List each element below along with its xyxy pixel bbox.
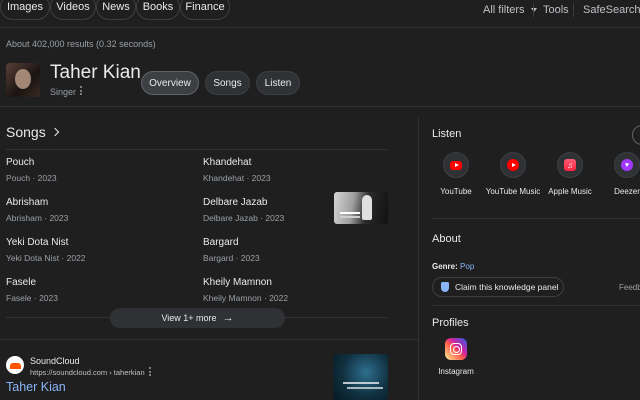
tab-books[interactable]: Books <box>136 0 180 20</box>
panel-divider <box>418 118 419 400</box>
song-subtitle: Fasele · 2023 <box>6 293 58 303</box>
all-filters-button[interactable]: All filters <box>483 4 537 16</box>
panel-section-divider <box>432 305 640 306</box>
safesearch-button[interactable]: SafeSearch <box>583 4 640 16</box>
listen-icon-circle <box>500 152 526 178</box>
song-item[interactable]: Delbare Jazab Delbare Jazab · 2023 <box>203 197 284 223</box>
listen-youtube-music[interactable]: YouTube Music <box>483 152 543 198</box>
tab-songs[interactable]: Songs <box>205 71 250 95</box>
song-item[interactable]: Pouch Pouch · 2023 <box>6 157 57 183</box>
instagram-icon <box>445 338 467 360</box>
claim-panel-button[interactable]: Claim this knowledge panel <box>432 277 564 297</box>
song-item[interactable]: Yeki Dota Nist Yeki Dota Nist · 2022 <box>6 237 86 263</box>
entity-subtitle: Singer <box>50 87 77 97</box>
song-title: Yeki Dota Nist <box>6 237 69 248</box>
shield-icon <box>441 282 449 292</box>
search-tabs-bar: Images Videos News Books Finance All fil… <box>0 0 640 28</box>
section-divider <box>0 339 418 340</box>
youtube-icon <box>450 160 462 170</box>
song-subtitle: Delbare Jazab · 2023 <box>203 213 285 223</box>
song-subtitle: Pouch · 2023 <box>6 173 57 183</box>
divider <box>573 3 574 17</box>
listen-label: Apple Music <box>548 187 592 196</box>
entity-title: Taher Kian <box>50 62 141 83</box>
listen-icon-circle: ♫ <box>557 152 583 178</box>
song-item[interactable]: Abrisham Abrisham · 2023 <box>6 197 68 223</box>
view-more-button[interactable]: View 1+ more → <box>110 308 285 328</box>
tab-images[interactable]: Images <box>0 0 50 20</box>
more-vert-icon[interactable] <box>148 367 151 376</box>
arrow-right-icon: → <box>222 312 234 324</box>
song-subtitle: Bargard · 2023 <box>203 253 260 263</box>
tab-news[interactable]: News <box>96 0 136 20</box>
song-subtitle: Khandehat · 2023 <box>203 173 271 183</box>
view-more-label: View 1+ more <box>161 313 217 323</box>
header-divider <box>0 106 640 107</box>
scroll-right-button[interactable] <box>632 125 640 145</box>
tab-finance[interactable]: Finance <box>180 0 230 20</box>
more-vert-icon[interactable] <box>79 86 82 95</box>
song-title: Bargard <box>203 237 239 248</box>
artist-avatar[interactable] <box>6 63 40 97</box>
songs-heading-label: Songs <box>6 124 46 140</box>
result-title-link[interactable]: Taher Kian <box>6 380 66 394</box>
song-title: Kheily Mamnon <box>203 277 272 288</box>
result-source-name[interactable]: SoundCloud <box>30 356 80 366</box>
tab-videos[interactable]: Videos <box>50 0 96 20</box>
profile-instagram[interactable]: Instagram <box>432 338 480 376</box>
tools-button[interactable]: Tools <box>543 4 569 16</box>
song-subtitle: Yeki Dota Nist · 2022 <box>6 253 86 263</box>
tab-listen[interactable]: Listen <box>256 71 300 95</box>
soundcloud-favicon <box>6 356 24 374</box>
song-title: Khandehat <box>203 157 252 168</box>
song-item[interactable]: Bargard Bargard · 2023 <box>203 237 260 263</box>
profiles-heading: Profiles <box>432 317 469 329</box>
panel-section-divider <box>432 218 640 219</box>
listen-label: YouTube <box>440 187 472 196</box>
result-thumbnail[interactable] <box>333 354 388 400</box>
apple-music-icon: ♫ <box>564 159 576 171</box>
divider <box>533 3 534 17</box>
result-url[interactable]: https://soundcloud.com › taherkian <box>30 368 145 377</box>
all-filters-label: All filters <box>483 4 525 16</box>
song-title: Abrisham <box>6 197 49 208</box>
song-subtitle: Kheily Mamnon · 2022 <box>203 293 289 303</box>
listen-icon-circle: ♥ <box>614 152 640 178</box>
tab-overview[interactable]: Overview <box>141 71 199 95</box>
song-item[interactable]: Kheily Mamnon Kheily Mamnon · 2022 <box>203 277 288 303</box>
songs-heading[interactable]: Songs <box>6 124 59 140</box>
song-title: Delbare Jazab <box>203 197 268 208</box>
about-heading: About <box>432 233 461 245</box>
listen-deezer[interactable]: ♥ Deezer <box>597 152 640 198</box>
song-title: Fasele <box>6 277 37 288</box>
profile-label: Instagram <box>438 367 474 376</box>
song-thumbnail[interactable] <box>334 192 388 224</box>
deezer-icon: ♥ <box>621 159 633 171</box>
listen-youtube[interactable]: YouTube <box>426 152 486 198</box>
listen-heading: Listen <box>432 128 462 140</box>
song-title: Pouch <box>6 157 35 168</box>
chevron-right-icon <box>50 127 59 137</box>
song-subtitle: Abrisham · 2023 <box>6 213 69 223</box>
tools-label: Tools <box>543 4 569 16</box>
genre-label: Genre: <box>432 262 458 271</box>
genre-row: Genre: Pop <box>432 262 474 271</box>
listen-label: Deezer <box>614 187 640 196</box>
song-item[interactable]: Fasele Fasele · 2023 <box>6 277 58 303</box>
listen-apple-music[interactable]: ♫ Apple Music <box>540 152 600 198</box>
feedback-link[interactable]: Feedback <box>619 283 640 292</box>
safesearch-label: SafeSearch <box>583 4 640 16</box>
youtube-music-icon <box>507 159 519 171</box>
songs-divider <box>6 149 388 150</box>
listen-icon-circle <box>443 152 469 178</box>
results-stats: About 402,000 results (0.32 seconds) <box>6 39 156 49</box>
song-item[interactable]: Khandehat Khandehat · 2023 <box>203 157 271 183</box>
genre-link[interactable]: Pop <box>460 262 474 271</box>
listen-label: YouTube Music <box>485 187 541 196</box>
claim-label: Claim this knowledge panel <box>455 282 559 292</box>
